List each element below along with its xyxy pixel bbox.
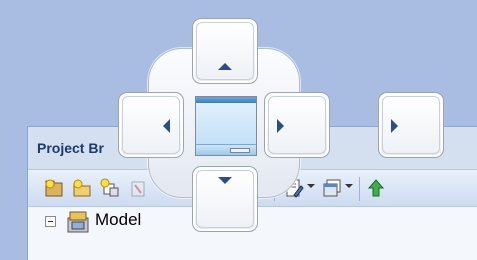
dock-right-button[interactable] [264, 92, 330, 158]
tab-notch-icon [230, 148, 250, 153]
new-package-icon[interactable] [44, 178, 64, 198]
edit-dropdown-icon[interactable] [307, 184, 315, 188]
toolbar-separator [359, 177, 360, 201]
model-icon [67, 211, 89, 233]
view-icon[interactable] [322, 178, 342, 198]
move-up-icon[interactable] [366, 178, 386, 198]
arrow-right-icon [277, 119, 284, 133]
new-folder-icon[interactable] [72, 178, 92, 198]
view-dropdown-icon[interactable] [345, 184, 353, 188]
arrow-right-icon [391, 119, 398, 133]
arrow-down-icon [218, 177, 232, 184]
dock-bottom-button[interactable] [192, 166, 258, 232]
dock-far-right-button[interactable] [378, 92, 444, 158]
dock-top-button[interactable] [192, 18, 258, 84]
arrow-left-icon [163, 119, 170, 133]
panel-title: Project Br [37, 140, 104, 156]
arrow-up-icon [218, 63, 232, 70]
tree-item-label[interactable]: Model [95, 210, 141, 230]
new-element-icon[interactable] [100, 178, 120, 198]
dock-left-button[interactable] [118, 92, 184, 158]
delete-icon[interactable] [128, 178, 148, 198]
tree-expander-collapse-icon[interactable] [45, 216, 56, 227]
dock-center-button[interactable] [195, 96, 257, 156]
